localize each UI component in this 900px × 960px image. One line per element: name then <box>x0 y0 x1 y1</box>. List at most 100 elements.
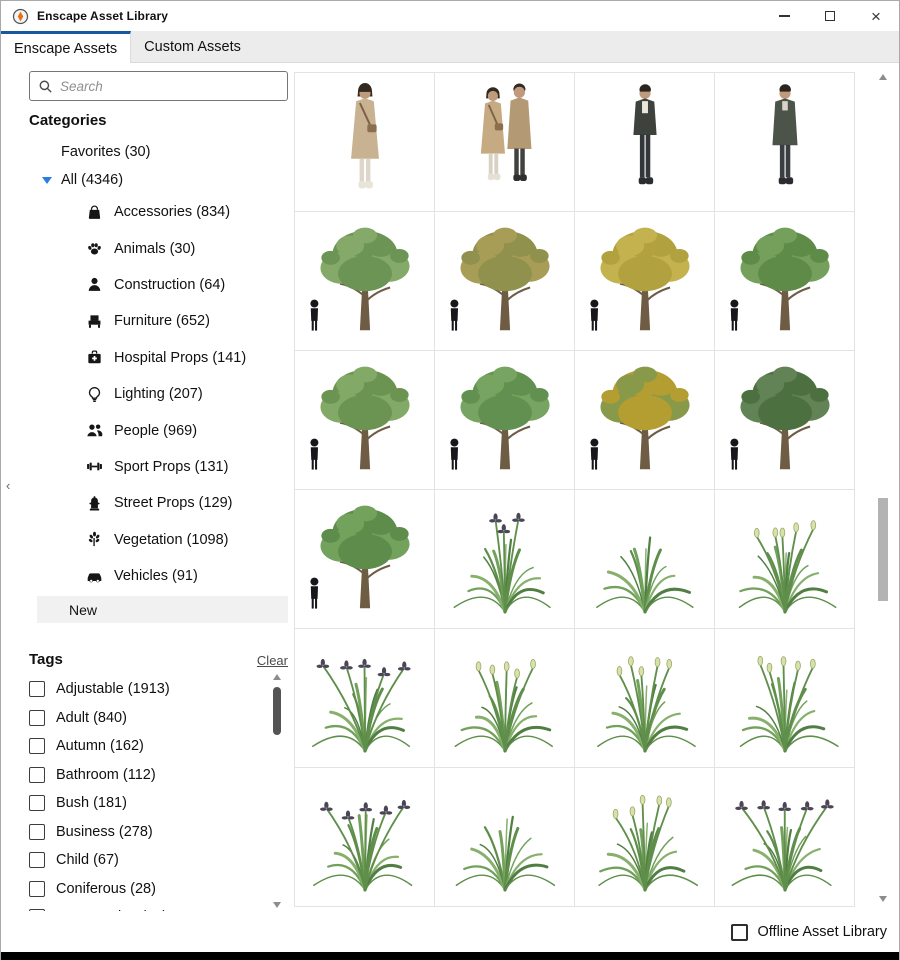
category-item-furniture[interactable]: Furniture (652) <box>1 303 291 339</box>
maximize-icon <box>825 11 835 21</box>
tab-label: Enscape Assets <box>14 41 118 57</box>
window-controls: × <box>761 1 899 31</box>
tag-row-adjustable[interactable]: Adjustable (1913) <box>29 675 264 704</box>
tag-label: Bathroom (112) <box>56 766 156 783</box>
asset-thumbnail-flower-clump-3[interactable] <box>715 768 855 907</box>
tag-row-child[interactable]: Child (67) <box>29 846 264 875</box>
enscape-logo-icon <box>12 8 29 25</box>
asset-thumbnail-grass-buds-4[interactable] <box>715 629 855 768</box>
tag-checkbox[interactable] <box>29 852 45 869</box>
category-item-animals[interactable]: Animals (30) <box>1 230 291 266</box>
tag-label: Bush (181) <box>56 795 127 812</box>
asset-thumbnail-tree-green-1[interactable] <box>295 212 435 351</box>
scroll-up-icon[interactable] <box>879 74 887 80</box>
category-all[interactable]: All (4346) <box>42 166 123 194</box>
asset-thumbnail-tree-green-2[interactable] <box>715 212 855 351</box>
category-list: Accessories (834) Animals (30) Constructio… <box>1 194 291 594</box>
minimize-button[interactable] <box>761 1 807 31</box>
tag-checkbox[interactable] <box>29 823 45 840</box>
category-item-lighting[interactable]: Lighting (207) <box>1 376 291 412</box>
tag-checkbox[interactable] <box>29 795 45 812</box>
search-icon <box>38 79 53 94</box>
close-button[interactable]: × <box>853 1 899 31</box>
sidebar-collapse-handle[interactable]: ‹ <box>6 479 10 492</box>
people-icon <box>86 422 103 439</box>
category-all-label: All (4346) <box>61 172 124 188</box>
tag-row-autumn[interactable]: Autumn (162) <box>29 732 264 761</box>
offline-library-checkbox[interactable] <box>730 923 748 941</box>
asset-thumbnail-grass-clump-1[interactable] <box>575 490 715 629</box>
asset-thumbnail-tree-green-4[interactable] <box>435 351 575 490</box>
search-input[interactable] <box>60 78 279 94</box>
asset-thumbnail-tree-olive[interactable] <box>435 212 575 351</box>
asset-thumbnail-grass-buds-2[interactable] <box>435 629 575 768</box>
tag-checkbox[interactable] <box>29 681 45 698</box>
tag-row-bathroom[interactable]: Bathroom (112) <box>29 761 264 790</box>
new-assets-row[interactable]: New <box>37 596 288 623</box>
tags-scrollbar[interactable] <box>270 671 284 911</box>
search-box[interactable] <box>29 71 288 101</box>
content-area: Categories Favorites (30) All (4346) Acc… <box>1 63 899 911</box>
category-label: Vehicles (91) <box>114 568 198 585</box>
asset-thumbnail-grass-clump-2[interactable] <box>435 768 575 907</box>
category-label: Construction (64) <box>114 276 226 293</box>
tag-label: Coniferous (28) <box>56 880 156 897</box>
tab-label: Custom Assets <box>144 39 241 55</box>
expand-triangle-icon[interactable] <box>42 176 52 184</box>
asset-thumbnail-grass-buds-3[interactable] <box>575 629 715 768</box>
scroll-up-icon[interactable] <box>273 674 281 680</box>
asset-thumbnail-tree-green-5[interactable] <box>295 490 435 629</box>
asset-thumbnail-tree-dark-green[interactable] <box>715 351 855 490</box>
asset-thumbnail-woman-long-coat[interactable] <box>295 73 435 212</box>
tags-scrollbar-thumb[interactable] <box>273 687 281 735</box>
category-label: Animals (30) <box>114 240 196 257</box>
grid-scrollbar[interactable] <box>875 71 891 905</box>
clear-tags-link[interactable]: Clear <box>257 653 288 668</box>
asset-thumbnail-iris-flowers[interactable] <box>435 490 575 629</box>
category-item-vehicles[interactable]: Vehicles (91) <box>1 558 291 594</box>
tag-row-construction[interactable]: Construction (44) <box>29 903 264 911</box>
asset-thumbnail-grass-buds-1[interactable] <box>715 490 855 629</box>
tag-row-adult[interactable]: Adult (840) <box>29 704 264 733</box>
asset-thumbnail-grass-buds-5[interactable] <box>575 768 715 907</box>
scroll-down-icon[interactable] <box>879 896 887 902</box>
asset-thumbnail-flower-clump-2[interactable] <box>295 768 435 907</box>
tags-heading: Tags <box>29 651 63 668</box>
asset-thumbnail-man-standing[interactable] <box>575 73 715 212</box>
grid-scrollbar-thumb[interactable] <box>878 498 888 601</box>
tag-label: Child (67) <box>56 852 119 869</box>
asset-thumbnail-tree-green-3[interactable] <box>295 351 435 490</box>
tag-checkbox[interactable] <box>29 766 45 783</box>
tag-label: Adjustable (1913) <box>56 681 170 698</box>
asset-thumbnail-tree-autumn[interactable] <box>575 351 715 490</box>
category-label: Hospital Props (141) <box>114 349 247 366</box>
category-favorites[interactable]: Favorites (30) <box>61 138 150 166</box>
category-item-sport-props[interactable]: Sport Props (131) <box>1 449 291 485</box>
maximize-button[interactable] <box>807 1 853 31</box>
tag-checkbox[interactable] <box>29 709 45 726</box>
asset-thumbnail-flower-clump-1[interactable] <box>295 629 435 768</box>
tag-row-business[interactable]: Business (278) <box>29 818 264 847</box>
hydrant-icon <box>86 495 103 512</box>
sidebar: Categories Favorites (30) All (4346) Acc… <box>1 63 291 911</box>
tag-checkbox[interactable] <box>29 738 45 755</box>
asset-thumbnail-man-overcoat[interactable] <box>715 73 855 212</box>
category-label: Lighting (207) <box>114 386 203 403</box>
tag-row-coniferous[interactable]: Coniferous (28) <box>29 875 264 904</box>
tag-row-bush[interactable]: Bush (181) <box>29 789 264 818</box>
tab-enscape-assets[interactable]: Enscape Assets <box>1 31 132 64</box>
category-item-people[interactable]: People (969) <box>1 412 291 448</box>
tag-label: Adult (840) <box>56 709 127 726</box>
category-item-street-props[interactable]: Street Props (129) <box>1 485 291 521</box>
category-item-construction[interactable]: Construction (64) <box>1 267 291 303</box>
category-label: Sport Props (131) <box>114 458 229 475</box>
scroll-down-icon[interactable] <box>273 902 281 908</box>
asset-thumbnail-tree-yellow[interactable] <box>575 212 715 351</box>
category-item-hospital-props[interactable]: Hospital Props (141) <box>1 340 291 376</box>
category-item-accessories[interactable]: Accessories (834) <box>1 194 291 230</box>
tag-checkbox[interactable] <box>29 880 45 897</box>
tab-custom-assets[interactable]: Custom Assets <box>131 31 254 63</box>
asset-grid-area <box>291 63 899 911</box>
category-item-vegetation[interactable]: Vegetation (1098) <box>1 522 291 558</box>
asset-thumbnail-couple-walking[interactable] <box>435 73 575 212</box>
